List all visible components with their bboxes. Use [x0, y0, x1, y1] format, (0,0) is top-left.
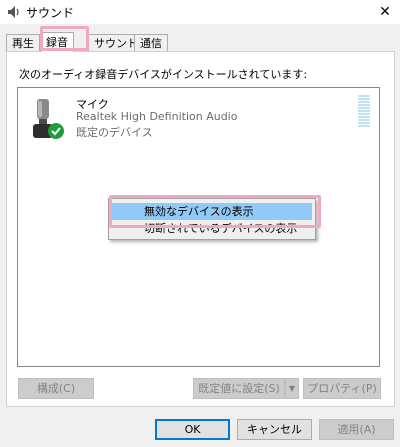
properties-button[interactable]: プロパティ(P) — [303, 378, 381, 399]
apply-button[interactable]: 適用(A) — [319, 419, 394, 440]
set-default-dropdown[interactable]: ▼ — [285, 378, 299, 399]
sound-dialog: サウンド ✕ 再生 録音 サウンド 通信 次のオーディオ録音デバイスがインストー… — [0, 0, 400, 447]
set-default-button[interactable]: 既定値に設定(S) — [193, 378, 285, 399]
annotation-highlight-menu — [109, 195, 321, 228]
configure-button[interactable]: 構成(C) — [18, 378, 94, 399]
close-icon: ✕ — [379, 4, 391, 20]
tab-playback[interactable]: 再生 — [6, 34, 40, 51]
cancel-button[interactable]: キャンセル — [237, 419, 312, 440]
title-bar: サウンド ✕ — [0, 0, 400, 24]
device-driver: Realtek High Definition Audio — [76, 110, 238, 123]
close-button[interactable]: ✕ — [370, 0, 400, 24]
ok-button[interactable]: OK — [155, 419, 230, 440]
chevron-down-icon: ▼ — [288, 384, 296, 393]
level-meter — [358, 95, 370, 128]
speaker-icon — [6, 4, 22, 20]
default-checkmark-icon — [48, 123, 64, 139]
tab-communications[interactable]: 通信 — [134, 34, 168, 51]
microphone-icon — [30, 99, 64, 141]
instruction-text: 次のオーディオ録音デバイスがインストールされています: — [19, 68, 308, 81]
window-title: サウンド — [26, 6, 75, 20]
list-item[interactable]: マイク Realtek High Definition Audio 既定のデバイ… — [30, 96, 350, 146]
device-status: 既定のデバイス — [76, 126, 153, 139]
annotation-highlight-tab — [40, 26, 89, 51]
